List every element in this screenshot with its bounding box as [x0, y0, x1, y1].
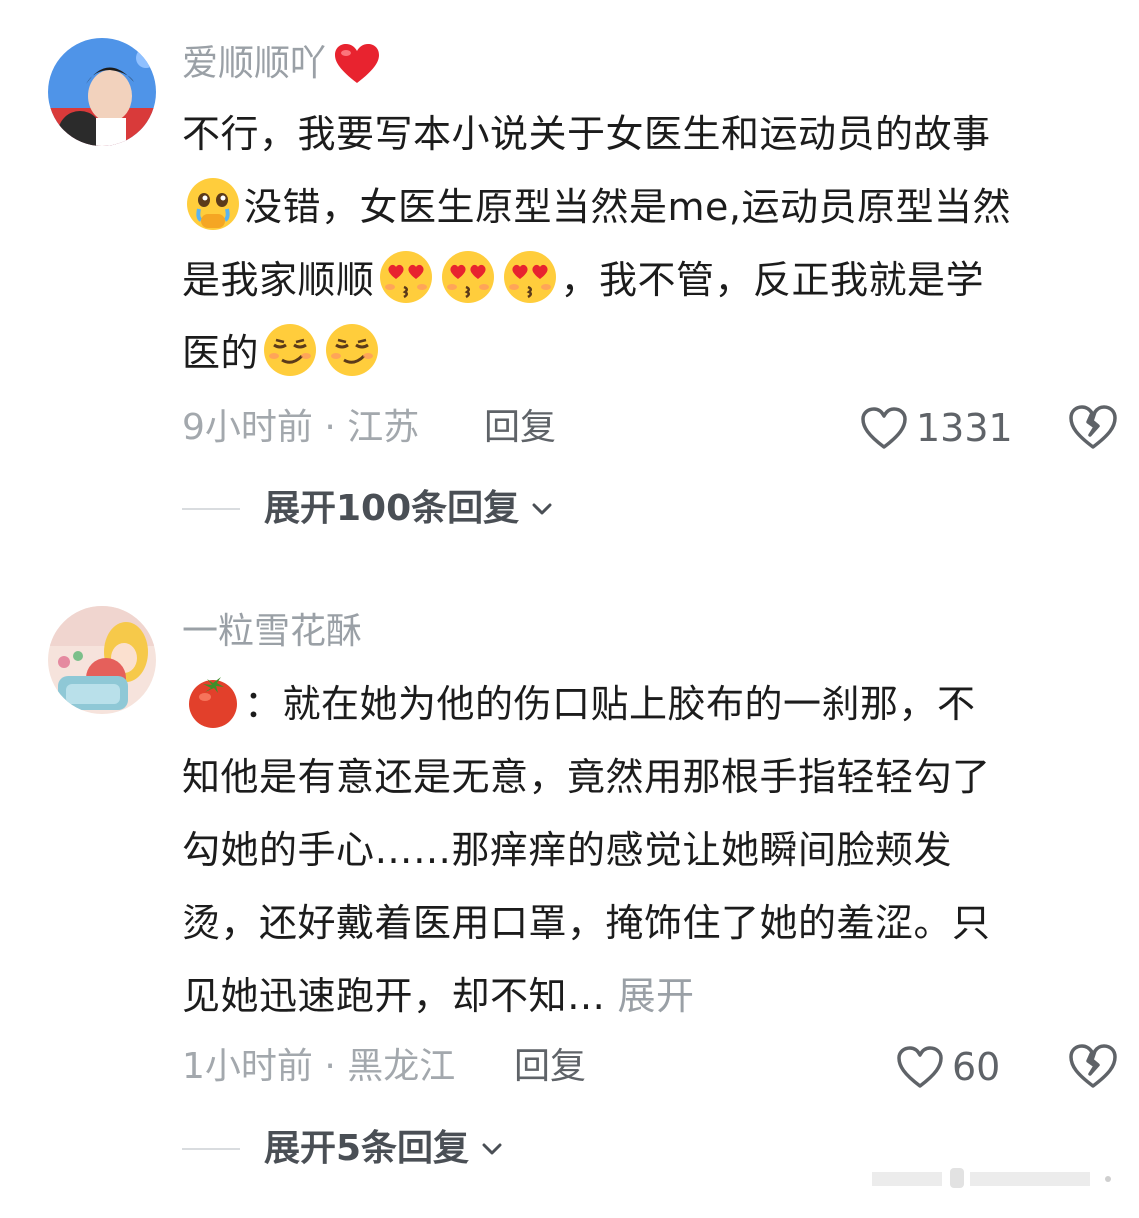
- red-heart-icon: [334, 43, 380, 85]
- like-count: 60: [952, 1045, 1001, 1089]
- heart-eyes-kiss-emoji: [378, 249, 434, 305]
- comment-text-line: ：就在她为他的伤口贴上胶布的一刹那，不: [182, 668, 1112, 741]
- comment-text-segment: 没错，女医生原型当然是me,运动员原型当然: [244, 185, 1011, 229]
- comment-time: 9小时前: [182, 407, 313, 448]
- comment-meta: 9小时前 · 江苏: [182, 403, 419, 453]
- like-button[interactable]: 1331: [860, 403, 1013, 453]
- comment-text: 不行，我要写本小说关于女医生和运动员的故事 没错，女医生原型当然是me,运动员原…: [182, 98, 1112, 390]
- comment-text-segment: 是我家顺顺: [182, 258, 375, 302]
- heart-eyes-kiss-emoji: [440, 249, 496, 305]
- meta-separator: ·: [312, 1046, 348, 1087]
- comment-text-segment: 医的: [182, 331, 260, 375]
- expand-replies-label: 展开5条回复: [264, 1128, 470, 1169]
- chevron-down-icon: [532, 503, 552, 515]
- like-count: 1331: [916, 406, 1013, 450]
- comment-time: 1小时前: [182, 1046, 313, 1087]
- comment-text-line: 知他是有意还是无意，竟然用那根手指轻轻勾了: [182, 755, 991, 799]
- dislike-button[interactable]: [1068, 1041, 1122, 1095]
- heart-outline-icon: [861, 407, 907, 449]
- tomato-emoji: [185, 673, 241, 729]
- broken-heart-icon: [1069, 1044, 1117, 1088]
- like-button[interactable]: 60: [896, 1042, 1000, 1092]
- dislike-button[interactable]: [1068, 402, 1122, 456]
- comment-text-line: 烫，还好戴着医用口罩，掩饰住了她的羞涩。只: [182, 901, 991, 945]
- expand-text-link[interactable]: 展开: [618, 974, 695, 1018]
- user-avatar[interactable]: [48, 606, 156, 714]
- divider-line: [182, 1148, 240, 1150]
- divider-line: [182, 508, 240, 510]
- smirk-emoji: [324, 322, 380, 378]
- username-text[interactable]: 爱顺顺吖: [182, 40, 326, 88]
- comment-location: 黑龙江: [347, 1046, 456, 1087]
- heart-eyes-kiss-emoji: [502, 249, 558, 305]
- comment-text-line: 没错，女医生原型当然是me,运动员原型当然: [182, 171, 1112, 244]
- meta-separator: ·: [312, 407, 348, 448]
- comment-meta: 1小时前 · 黑龙江: [182, 1042, 455, 1092]
- broken-heart-icon: [1069, 405, 1117, 449]
- comment-text: ：就在她为他的伤口贴上胶布的一刹那，不 知他是有意还是无意，竟然用那根手指轻轻勾…: [182, 668, 1112, 1033]
- watermark: [872, 1162, 1122, 1194]
- comment-text-segment: ：就在她为他的伤口贴上胶布的一刹那，不: [244, 682, 976, 726]
- heart-outline-icon: [897, 1046, 943, 1088]
- reply-button[interactable]: 回复: [514, 1042, 586, 1092]
- comment-text-line: 不行，我要写本小说关于女医生和运动员的故事: [182, 112, 991, 156]
- chevron-down-icon: [482, 1143, 502, 1155]
- comment-text-line: 医的: [182, 317, 1112, 390]
- username[interactable]: 一粒雪花酥: [182, 608, 362, 656]
- comment-location: 江苏: [347, 407, 420, 448]
- comment-text-line: 是我家顺顺 ，我不管，反正我就是学: [182, 244, 1112, 317]
- holding-back-tears-emoji: [185, 176, 241, 232]
- expand-replies-button[interactable]: 展开100条回复: [182, 484, 555, 534]
- comment-text-segment: ，我不管，反正我就是学: [560, 258, 985, 302]
- username[interactable]: 爱顺顺吖: [182, 40, 380, 88]
- smirk-emoji: [262, 322, 318, 378]
- expand-replies-button[interactable]: 展开5条回复: [182, 1124, 505, 1174]
- username-text[interactable]: 一粒雪花酥: [182, 608, 362, 656]
- expand-replies-label: 展开100条回复: [264, 488, 520, 529]
- comment-text-segment: 见她迅速跑开，却不知…: [182, 974, 606, 1018]
- reply-button[interactable]: 回复: [484, 403, 556, 453]
- comment-text-line: 勾她的手心……那痒痒的感觉让她瞬间脸颊发: [182, 828, 953, 872]
- user-avatar[interactable]: [48, 38, 156, 146]
- comment-text-line: 见她迅速跑开，却不知… 展开: [182, 960, 1112, 1033]
